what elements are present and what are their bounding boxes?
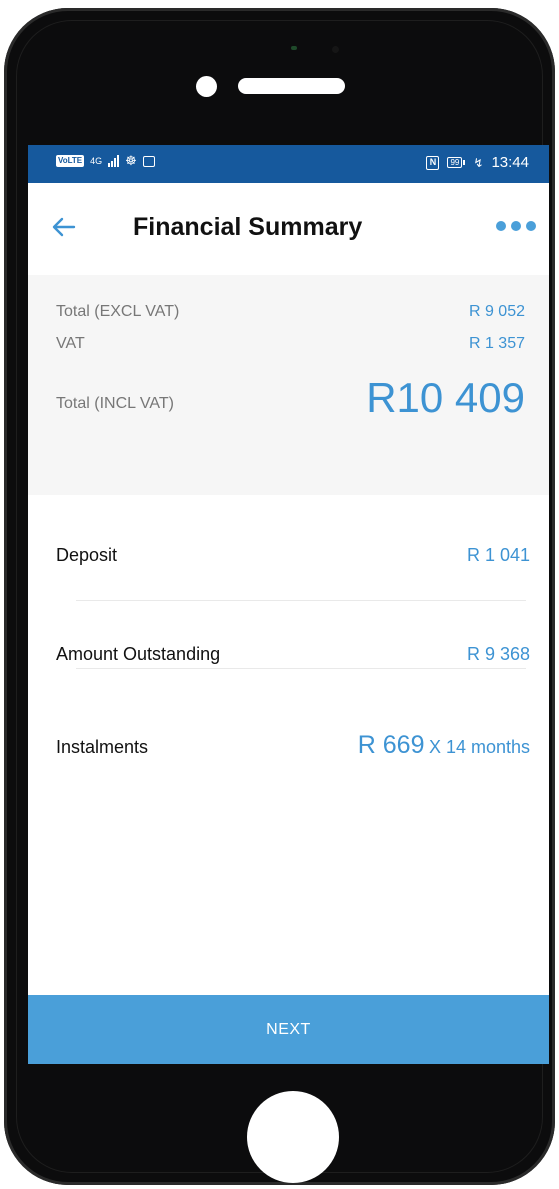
app-header: Financial Summary <box>28 183 549 275</box>
front-sensor <box>332 46 339 53</box>
amount-outstanding-value: R 9 368 <box>466 644 530 664</box>
arrow-left-icon[interactable] <box>52 215 76 239</box>
total-incl-vat-label: Total (INCL VAT) <box>56 395 174 412</box>
deposit-value: R 1 041 <box>466 545 530 565</box>
next-button[interactable]: NEXT <box>28 995 549 1064</box>
total-excl-vat-value: R 9 052 <box>468 303 525 320</box>
wifi-icon: ☸ <box>125 153 137 168</box>
instalments-value: R 669 X 14 months <box>358 731 530 760</box>
status-bar: VoLTE 4G ☸ N 99 ↯ 13:44 <box>28 145 549 183</box>
page-title: Financial Summary <box>133 213 363 241</box>
divider <box>76 668 526 669</box>
front-camera <box>196 76 217 97</box>
instalment-amount: R 669 <box>357 731 425 759</box>
nfc-icon: N <box>426 155 440 170</box>
image-icon <box>142 155 155 167</box>
total-excl-vat-label: Total (EXCL VAT) <box>56 303 180 320</box>
totals-summary: Total (EXCL VAT) R 9 052 VAT R 1 357 Tot… <box>28 275 549 495</box>
proximity-sensor <box>291 46 297 50</box>
deposit-label: Deposit <box>56 545 118 565</box>
vat-label: VAT <box>56 335 85 352</box>
instalments-label: Instalments <box>56 737 149 757</box>
status-bar-left: VoLTE 4G ☸ <box>56 153 155 168</box>
divider <box>76 600 526 601</box>
volte-icon: VoLTE <box>56 155 85 167</box>
network-type-label: 4G <box>90 156 103 166</box>
vat-value: R 1 357 <box>468 335 525 352</box>
app-screen: VoLTE 4G ☸ N 99 ↯ 13:44 Financial Summar… <box>28 145 549 1064</box>
home-button[interactable] <box>247 1091 339 1183</box>
signal-icon <box>108 155 120 167</box>
status-bar-right: N 99 ↯ 13:44 <box>426 154 529 171</box>
instalment-term: X 14 months <box>428 737 530 757</box>
amount-outstanding-label: Amount Outstanding <box>56 644 221 664</box>
battery-icon: 99 <box>447 157 466 168</box>
charging-icon: ↯ <box>473 155 484 170</box>
more-horizontal-icon[interactable] <box>496 221 536 231</box>
earpiece-speaker <box>238 78 345 94</box>
status-time: 13:44 <box>491 154 529 171</box>
battery-level: 99 <box>447 157 463 168</box>
total-incl-vat-value: R10 409 <box>366 374 525 421</box>
